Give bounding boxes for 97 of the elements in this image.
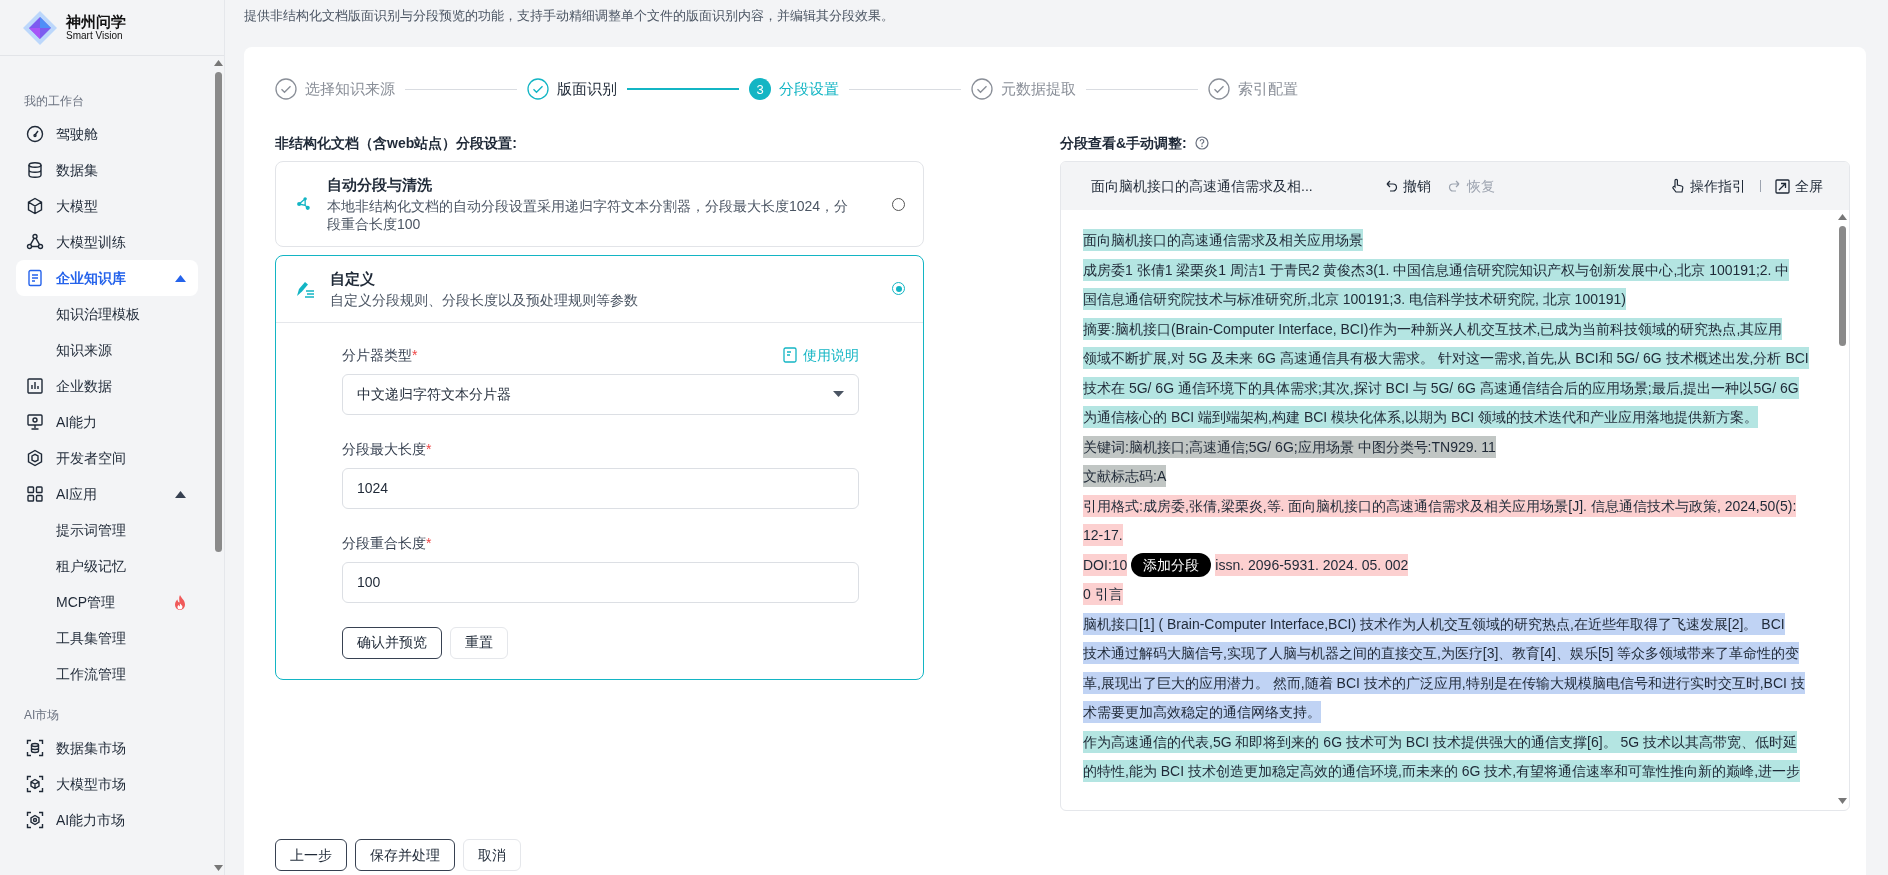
section-title: 分段查看&手动调整: bbox=[1060, 133, 1187, 153]
sidebar-subitem[interactable]: 知识来源 bbox=[16, 332, 198, 368]
scrollbar-thumb[interactable] bbox=[214, 72, 222, 552]
confirm-button[interactable]: 确认并预览 bbox=[342, 626, 442, 659]
sidebar-item[interactable]: AI应用 bbox=[16, 476, 198, 512]
segment-text: DOI:10 bbox=[1083, 553, 1128, 576]
cube-icon bbox=[26, 775, 44, 793]
cube-icon bbox=[26, 197, 44, 215]
step-label: 版面识别 bbox=[557, 78, 617, 99]
action-button[interactable]: 上一步 bbox=[275, 839, 347, 871]
page-description: 提供非结构化文档版面识别与分段预览的功能，支持手动精细调整单个文件的版面识别内容，并编辑其分段效果。 bbox=[244, 9, 894, 23]
segment-text: 技术在 5G/ 6G 通信环境下的具体需求;其次,探讨 BCI 与 5G/ 6G 高速通信结合后的应用场景;最后,提出一种以5G/ 6G bbox=[1083, 376, 1799, 399]
step-label: 元数据提取 bbox=[1001, 78, 1076, 99]
option-description: 本地非结构化文档的自动分段设置采用递归字符文本分割器，分段最大长度1024，分段重合长度100 bbox=[326, 196, 850, 235]
segment-text: 摘要:脑机接口(Brain-Computer Interface, BCI)作为一种新兴人机交互技术,已成为当前科技领域的研究热点,其应用 bbox=[1083, 317, 1783, 340]
sidebar-item[interactable]: 驾驶舱 bbox=[16, 116, 198, 152]
sidebar-item[interactable]: AI能力 bbox=[16, 404, 198, 440]
input-field[interactable]: 100 bbox=[342, 561, 859, 603]
action-button[interactable]: 保存并处理 bbox=[355, 839, 455, 871]
option-title: 自动分段与清洗 bbox=[326, 176, 432, 193]
step-label: 索引配置 bbox=[1238, 78, 1298, 99]
sidebar-item[interactable]: 大模型 bbox=[16, 188, 198, 224]
segment-text: 关键词:脑机接口;高速通信;5G/ 6G;应用场景 中图分类号:TN929. 11 bbox=[1083, 435, 1496, 458]
sidebar-item[interactable]: 大模型训练 bbox=[16, 224, 198, 260]
arrow-down-icon[interactable] bbox=[1837, 798, 1847, 804]
segment-text: 脑机接口[1] ( Brain-Computer Interface,BCI) 技术作为人机交互领域的研究热点,在近些年取得了飞速发展[2]。 BCI bbox=[1083, 612, 1785, 635]
section-title: 非结构化文档（含web站点）分段设置: bbox=[275, 133, 517, 153]
step-label: 分段设置 bbox=[779, 78, 839, 99]
option-description: 自定义分段规则、分段长度以及预处理规则等参数 bbox=[330, 290, 639, 310]
field-label: 分段重合长度* bbox=[342, 533, 432, 553]
arrow-down-icon[interactable] bbox=[213, 865, 223, 871]
arrow-up-icon[interactable] bbox=[213, 60, 223, 66]
sidebar-subitem[interactable]: MCP管理 bbox=[16, 584, 198, 620]
sidebar-subitem[interactable]: 租户级记忆 bbox=[16, 548, 198, 584]
document-title: 面向脑机接口的高速通信需求及相... bbox=[1091, 176, 1313, 196]
segment-text: 术需要更加高效稳定的通信网络支持。 bbox=[1083, 701, 1321, 723]
database-icon bbox=[26, 739, 44, 757]
segment-text: 国信息通信研究院技术与标准研究所,北京 100191;3. 电信科学技术研究院, 北京 100191) bbox=[1083, 288, 1626, 310]
section-heading: 我的工作台 bbox=[23, 93, 85, 110]
segment-text: 12-17. bbox=[1083, 524, 1123, 546]
field-label: 分片器类型* bbox=[342, 345, 418, 365]
segment-text: 0 引言 bbox=[1083, 583, 1123, 605]
select-field[interactable]: 中文递归字符文本分片器 bbox=[342, 373, 859, 415]
arrow-up-icon[interactable] bbox=[1837, 214, 1847, 220]
fullscreen-icon bbox=[1775, 178, 1790, 194]
segment-text: 领域不断扩展,对 5G 及未来 6G 高速通信具有极大需求。 针对这一需求,首先,从 BCI和 5G/ 6G 技术概述出发,分析 BCI bbox=[1083, 347, 1809, 369]
sidebar-item[interactable]: 企业数据 bbox=[16, 368, 198, 404]
sidebar-subitem[interactable]: 提示词管理 bbox=[16, 512, 198, 548]
step-label: 选择知识来源 bbox=[305, 78, 395, 99]
sidebar-item[interactable]: AI能力市场 bbox=[16, 802, 198, 838]
redo-icon bbox=[1446, 179, 1462, 193]
fullscreen-button[interactable]: 全屏 bbox=[1775, 175, 1823, 197]
bar-chart-icon bbox=[26, 377, 44, 395]
sidebar-subitem[interactable]: 知识治理模板 bbox=[16, 296, 198, 332]
hand-pointer-icon bbox=[1671, 178, 1685, 194]
segment-text: 成房委1 张倩1 梁栗炎1 周洁1 于青民2 黄俊杰3(1. 中国信息通信研究院知识产权与创新发展中心,北京 100191;2. 中 bbox=[1083, 258, 1790, 281]
sidebar-item[interactable]: 开发者空间 bbox=[16, 440, 198, 476]
sidebar-item[interactable]: 数据集 bbox=[16, 152, 198, 188]
sidebar-subitem[interactable]: 工作流管理 bbox=[16, 656, 198, 692]
document-icon bbox=[783, 347, 797, 364]
segment-text: 革,展现出了巨大的应用潜力。 然而,随着 BCI 技术的广泛应用,特别是在传输大规模脑电信号和进行实时交互时,BCI 技 bbox=[1083, 671, 1805, 694]
field-label: 分段最大长度* bbox=[342, 439, 432, 459]
segment-text: 为通信核心的 BCI 端到端架构,构建 BCI 模块化体系,以期为 BCI 领域的技术迭代和产业应用落地提供新方案。 bbox=[1083, 406, 1759, 428]
scrollbar-thumb[interactable] bbox=[1838, 226, 1846, 346]
hexagon-icon bbox=[26, 449, 44, 467]
reset-button[interactable]: 重置 bbox=[450, 626, 508, 659]
segment-text: issn. 2096-5931. 2024. 05. 002 bbox=[1215, 553, 1409, 576]
logo-icon bbox=[22, 9, 58, 46]
section-heading: AI市场 bbox=[23, 707, 61, 724]
option-title: 自定义 bbox=[330, 270, 375, 288]
segment-text: 文献标志码:A bbox=[1083, 465, 1167, 487]
brand-tagline: Smart Vision bbox=[66, 30, 124, 42]
tooltip: 添加分段 bbox=[1131, 552, 1212, 577]
nodes-icon bbox=[26, 233, 44, 251]
option-card[interactable]: 自动分段与清洗 本地非结构化文档的自动分段设置采用递归字符文本分割器，分段最大长度1024，分段重合长度100 bbox=[275, 161, 924, 248]
brand-name: 神州问学 bbox=[66, 13, 126, 31]
segment-text: 引用格式:成房委,张倩,梁栗炎,等. 面向脑机接口的高速通信需求及相关应用场景[J]. 信息通信技术与政策, 2024,50(5): bbox=[1083, 494, 1797, 517]
option-card[interactable]: 自定义 自定义分段规则、分段长度以及预处理规则等参数 分片器类型* 使用说明 中文递归字符文本分片器 分段最大长度* 1024 分段重合长度* 100 确认并预览 重置 bbox=[275, 255, 924, 680]
cancel-button[interactable]: 取消 bbox=[463, 839, 521, 871]
document-icon bbox=[26, 269, 44, 287]
gauge-icon bbox=[26, 125, 44, 143]
step-number: 3 bbox=[749, 78, 771, 100]
segment-text: 技术通过解码大脑信号,实现了人脑与机器之间的直接交互,为医疗[3]、教育[4]、娱乐[5] 等众多领域带来了革命性的变 bbox=[1083, 642, 1800, 664]
segment-text: 作为高速通信的代表,5G 和即将到来的 6G 技术可为 BCI 技术提供强大的通信支撑[6]。 5G 技术以其高带宽、低时延 bbox=[1083, 730, 1798, 753]
database-icon bbox=[26, 161, 44, 179]
segment-text: 面向脑机接口的高速通信需求及相关应用场景 bbox=[1083, 229, 1363, 251]
sidebar-item[interactable]: 大模型市场 bbox=[16, 766, 198, 802]
sidebar-item[interactable]: 数据集市场 bbox=[16, 730, 198, 766]
caret-down-icon bbox=[833, 391, 844, 398]
help-icon[interactable] bbox=[1194, 136, 1209, 150]
segment-text: 的特性,能为 BCI 技术创造更加稳定高效的通信环境,而未来的 6G 技术,有望将通信速率和可靠性推向新的巅峰,进一步 bbox=[1083, 760, 1801, 782]
undo-button[interactable]: 撤销 bbox=[1382, 175, 1431, 197]
sidebar-subitem[interactable]: 工具集管理 bbox=[16, 620, 198, 656]
sidebar-item[interactable]: 企业知识库 bbox=[16, 260, 198, 296]
grid-icon bbox=[26, 485, 44, 503]
input-field[interactable]: 1024 bbox=[342, 467, 859, 509]
guide-button[interactable]: 操作指引 bbox=[1671, 175, 1746, 197]
